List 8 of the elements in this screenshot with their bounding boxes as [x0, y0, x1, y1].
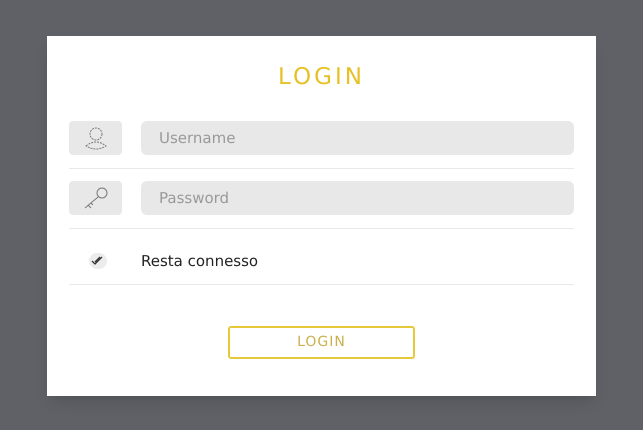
- remember-label: Resta connesso: [141, 250, 258, 272]
- check-icon: [91, 256, 105, 266]
- login-title: LOGIN: [278, 63, 365, 92]
- password-field[interactable]: Password: [141, 180, 574, 214]
- username-field[interactable]: Username: [141, 120, 574, 154]
- login-button[interactable]: LOGIN: [228, 326, 415, 358]
- remember-checkbox[interactable]: [89, 253, 107, 269]
- user-icon: [82, 126, 108, 150]
